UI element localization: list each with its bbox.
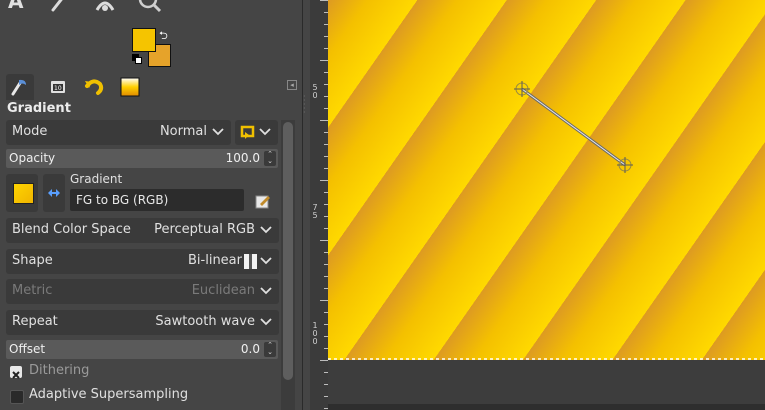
panel-scrollbar-thumb[interactable] bbox=[283, 122, 293, 380]
tab-device-status[interactable]: 10 bbox=[44, 74, 72, 100]
chevron-down-icon bbox=[260, 226, 272, 234]
text-tool-icon[interactable]: A bbox=[6, 0, 28, 16]
opacity-value: 100.0 bbox=[225, 151, 260, 165]
tab-gradients[interactable] bbox=[116, 74, 144, 100]
zoom-tool-icon[interactable] bbox=[136, 0, 162, 16]
repeat-value: Sawtooth wave bbox=[155, 314, 255, 329]
offset-spinscale[interactable]: Offset 0.0 ⌃ ⌄ bbox=[6, 340, 278, 359]
edit-gradient-icon[interactable] bbox=[255, 193, 271, 209]
ruler-label-text: 50 bbox=[312, 83, 318, 100]
opacity-stepper[interactable]: ⌃ ⌄ bbox=[264, 151, 276, 166]
ruler-tick bbox=[320, 240, 328, 241]
horizontal-scrollbar[interactable] bbox=[328, 404, 765, 410]
chevron-down-icon bbox=[260, 257, 272, 265]
repeat-label: Repeat bbox=[12, 314, 58, 329]
shape-value: Bi-linear bbox=[188, 253, 242, 268]
tab-undo-history[interactable] bbox=[80, 74, 108, 100]
ruler-tick bbox=[320, 60, 328, 61]
tab-tool-options[interactable] bbox=[6, 74, 34, 100]
device-status-icon: 10 bbox=[51, 81, 65, 93]
undo-history-icon bbox=[85, 79, 104, 95]
shape-dropdown[interactable]: Shape Bi-linear bbox=[6, 249, 279, 274]
ruler-tick bbox=[320, 360, 328, 361]
ruler-label-text: 100 bbox=[312, 321, 318, 346]
adaptive-supersampling-label: Adaptive Supersampling bbox=[29, 387, 189, 402]
offset-value: 0.0 bbox=[240, 342, 260, 356]
fg-bg-color-selector: ⮌ bbox=[132, 28, 172, 68]
toolbox: A ⮌ bbox=[0, 0, 302, 72]
chevron-down-icon bbox=[212, 128, 224, 136]
chevron-down-icon bbox=[260, 287, 272, 295]
blend-color-space-value: Perceptual RGB bbox=[154, 222, 255, 237]
svg-text:A: A bbox=[8, 0, 24, 13]
ruler-tick bbox=[320, 180, 328, 181]
gradient-name-field[interactable]: FG to BG (RGB) bbox=[70, 189, 244, 211]
repeat-dropdown[interactable]: Repeat Sawtooth wave bbox=[6, 310, 279, 335]
bilinear-shape-icon bbox=[244, 254, 257, 269]
chevron-down-icon bbox=[259, 128, 271, 136]
gradients-icon bbox=[120, 77, 140, 97]
dithering-checkbox[interactable] bbox=[10, 366, 22, 379]
clone-tool-icon[interactable] bbox=[94, 0, 116, 16]
ruler-label-75: 75 bbox=[311, 204, 319, 220]
mode-switch-button[interactable] bbox=[235, 120, 278, 145]
blend-color-space-label: Blend Color Space bbox=[12, 222, 131, 237]
ruler-label-50: 50 bbox=[311, 84, 319, 100]
gradient-name: FG to BG (RGB) bbox=[76, 193, 169, 207]
metric-dropdown[interactable]: Metric Euclidean bbox=[6, 279, 279, 304]
blend-color-space-dropdown[interactable]: Blend Color Space Perceptual RGB bbox=[6, 218, 279, 243]
image-canvas[interactable] bbox=[328, 0, 765, 360]
opacity-label: Opacity bbox=[9, 151, 56, 165]
adaptive-supersampling-checkbox[interactable] bbox=[10, 390, 24, 404]
opacity-spinscale[interactable]: Opacity 100.0 ⌃ ⌄ bbox=[6, 149, 278, 168]
paintbrush-tool-icon[interactable] bbox=[48, 0, 70, 16]
mode-label: Mode bbox=[12, 124, 48, 139]
foreground-color-swatch[interactable] bbox=[132, 28, 156, 52]
reverse-gradient-button[interactable] bbox=[43, 174, 65, 212]
tool-dock: A ⮌ 10 ◂ Gradient Mode Normal Opacity 10… bbox=[0, 0, 302, 410]
gradient-preview-button[interactable] bbox=[6, 174, 38, 212]
ruler-label-text: 75 bbox=[312, 203, 318, 220]
shape-label: Shape bbox=[12, 253, 53, 268]
gradient-canvas-image bbox=[328, 0, 765, 360]
gradient-preview-swatch bbox=[13, 183, 34, 204]
metric-label: Metric bbox=[12, 283, 53, 298]
mode-dropdown[interactable]: Mode Normal bbox=[6, 120, 231, 145]
dock-separator bbox=[302, 0, 303, 410]
dock-resize-grip[interactable]: · · · · · bbox=[303, 93, 310, 117]
metric-value: Euclidean bbox=[191, 283, 255, 298]
checkmark-icon bbox=[12, 371, 20, 379]
offset-stepper[interactable]: ⌃ ⌄ bbox=[264, 342, 276, 357]
ruler-tick bbox=[320, 0, 328, 1]
gradient-label: Gradient bbox=[70, 172, 123, 186]
mode-switch-icon bbox=[240, 125, 255, 139]
ruler-label-100: 100 bbox=[311, 322, 319, 346]
dithering-label: Dithering bbox=[29, 363, 90, 378]
svg-text:10: 10 bbox=[54, 85, 62, 92]
reverse-arrows-icon bbox=[48, 189, 60, 197]
tool-options-icon bbox=[11, 79, 26, 96]
vertical-ruler: 50 75 100 bbox=[310, 0, 329, 410]
dock-tabbar: 10 bbox=[0, 72, 302, 102]
panel-title: Gradient bbox=[7, 101, 71, 116]
ruler-tick bbox=[320, 300, 328, 301]
mode-value: Normal bbox=[159, 124, 207, 139]
reset-colors-icon[interactable] bbox=[132, 54, 142, 64]
swap-colors-icon[interactable]: ⮌ bbox=[159, 30, 168, 41]
offset-label: Offset bbox=[9, 342, 46, 356]
chevron-down-icon bbox=[260, 318, 272, 326]
canvas-padding-area bbox=[328, 360, 765, 410]
tab-menu-icon[interactable]: ◂ bbox=[287, 80, 297, 90]
ruler-tick bbox=[320, 120, 328, 121]
